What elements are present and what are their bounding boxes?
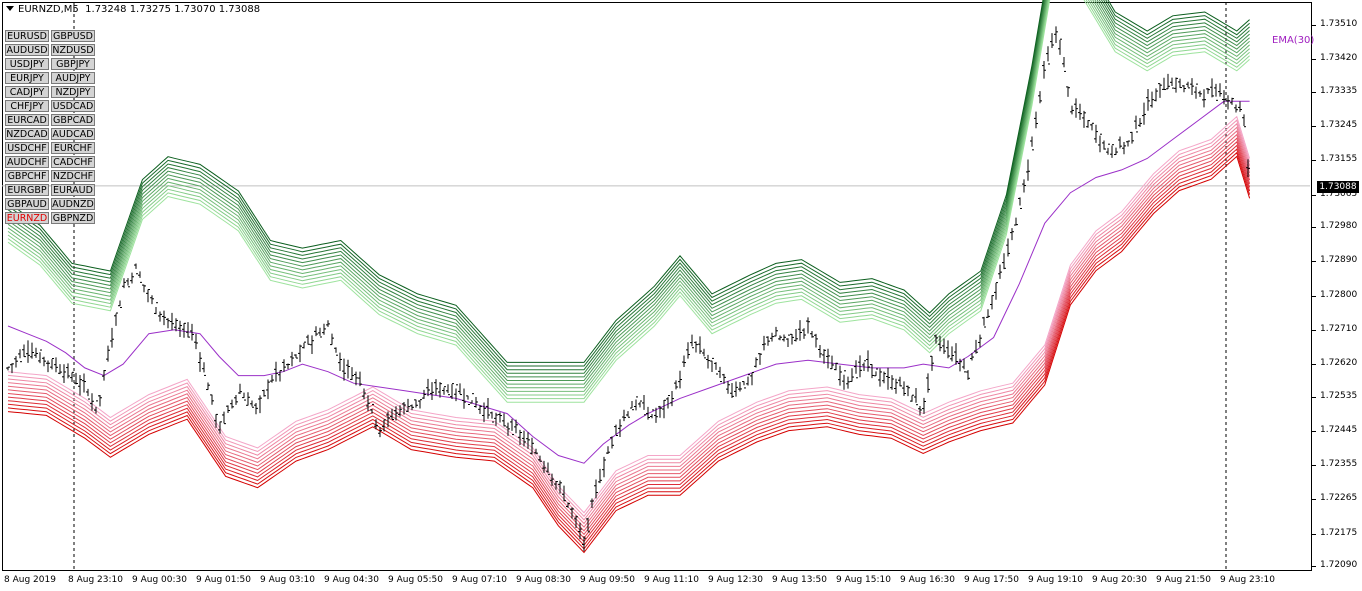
symbol-button-audjpy[interactable]: AUDJPY <box>51 72 95 84</box>
lower-ema-ribbon-line <box>7 130 1251 528</box>
price-axis-label: 1.73510 <box>1320 19 1358 30</box>
current-price-label: 1.73088 <box>1317 181 1359 193</box>
upper-ema-ribbon-line <box>7 0 1250 396</box>
symbol-timeframe: EURNZD,M5 <box>18 4 79 15</box>
price-axis-tick <box>1312 194 1316 196</box>
time-axis-label: 9 Aug 15:10 <box>836 575 891 585</box>
price-axis-tick <box>1312 295 1316 297</box>
price-axis-tick <box>1312 396 1316 398</box>
symbol-button-cadchf[interactable]: CADCHF <box>51 156 95 168</box>
time-axis-label: 9 Aug 09:50 <box>580 575 635 585</box>
symbol-button-gbpcad[interactable]: GBPCAD <box>51 114 95 126</box>
symbol-button-audchf[interactable]: AUDCHF <box>5 156 49 168</box>
price-axis-label: 1.72890 <box>1320 255 1358 266</box>
price-axis-label: 1.73420 <box>1320 53 1358 64</box>
time-axis-label: 8 Aug 23:10 <box>68 575 123 585</box>
price-axis-label: 1.72710 <box>1320 323 1358 334</box>
symbol-button-audusd[interactable]: AUDUSD <box>5 44 49 56</box>
symbol-button-nzdchf[interactable]: NZDCHF <box>51 170 95 182</box>
time-axis-label: 9 Aug 11:10 <box>644 575 699 585</box>
time-axis-label: 9 Aug 03:10 <box>260 575 315 585</box>
symbol-button-nzdcad[interactable]: NZDCAD <box>5 128 49 140</box>
dropdown-arrow-icon[interactable] <box>6 6 14 11</box>
symbol-button-nzdusd[interactable]: NZDUSD <box>51 44 95 56</box>
time-axis-label: 9 Aug 04:30 <box>324 575 379 585</box>
price-axis-tick <box>1312 59 1316 61</box>
price-axis-label: 1.72175 <box>1320 527 1358 538</box>
time-axis-label: 9 Aug 05:50 <box>388 575 443 585</box>
time-axis-label: 9 Aug 16:30 <box>900 575 955 585</box>
price-axis-label: 1.72535 <box>1320 390 1358 401</box>
symbol-button-eurgbp[interactable]: EURGBP <box>5 184 49 196</box>
price-axis-tick <box>1312 227 1316 228</box>
symbol-button-audnzd[interactable]: AUDNZD <box>51 198 95 210</box>
price-axis-label: 1.72355 <box>1320 459 1358 470</box>
price-axis-label: 1.73245 <box>1320 120 1358 131</box>
price-axis-tick <box>1312 91 1316 93</box>
symbol-button-eurjpy[interactable]: EURJPY <box>5 72 49 84</box>
chart-header: EURNZD,M5 1.73248 1.73275 1.73070 1.7308… <box>6 4 260 15</box>
symbol-button-usdcad[interactable]: USDCAD <box>51 100 95 112</box>
symbol-button-cadjpy[interactable]: CADJPY <box>5 86 49 98</box>
price-axis-label: 1.72800 <box>1320 289 1358 300</box>
price-axis-label: 1.72265 <box>1320 493 1358 504</box>
lower-ema-ribbon-line <box>7 148 1251 546</box>
price-axis-label: 1.72620 <box>1320 358 1358 369</box>
upper-ema-ribbon-line <box>7 0 1250 400</box>
symbol-button-usdjpy[interactable]: USDJPY <box>5 58 49 70</box>
symbol-button-gbpnzd[interactable]: GBPNZD <box>51 212 95 224</box>
symbol-button-gbpchf[interactable]: GBPCHF <box>5 170 49 182</box>
time-axis-label: 9 Aug 08:30 <box>516 575 571 585</box>
symbol-switcher-panel: EURUSD GBPUSD AUDUSD NZDUSD USDJPY GBPJPY EURJ… <box>5 30 95 224</box>
time-axis-label: 9 Aug 13:50 <box>772 575 827 585</box>
price-axis-label: 1.73335 <box>1320 85 1358 96</box>
time-axis-label: 9 Aug 21:50 <box>1156 575 1211 585</box>
time-axis-label: 9 Aug 23:10 <box>1220 575 1275 585</box>
symbol-button-eurusd[interactable]: EURUSD <box>5 30 49 42</box>
time-axis-label: 9 Aug 12:30 <box>708 575 763 585</box>
price-axis-tick <box>1312 430 1316 432</box>
price-axis-tick <box>1312 160 1316 162</box>
symbol-button-chfjpy[interactable]: CHFJPY <box>5 100 49 112</box>
symbol-button-eurnzd[interactable]: EURNZD <box>5 212 49 224</box>
symbol-button-gbpjpy[interactable]: GBPJPY <box>51 58 95 70</box>
price-axis-tick <box>1312 25 1316 27</box>
symbol-button-gbpusd[interactable]: GBPUSD <box>51 30 95 42</box>
price-axis-label: 1.72090 <box>1320 560 1358 570</box>
upper-ema-ribbon-line <box>7 0 1250 389</box>
price-axis-label: 1.72445 <box>1320 424 1358 435</box>
time-axis-label: 9 Aug 07:10 <box>452 575 507 585</box>
ema-indicator-label: EMA(30) <box>1272 35 1315 46</box>
symbol-button-usdchf[interactable]: USDCHF <box>5 142 49 154</box>
price-axis-label: 1.73155 <box>1320 154 1358 165</box>
chart-plot[interactable] <box>0 0 1362 591</box>
symbol-button-eurchf[interactable]: EURCHF <box>51 142 95 154</box>
price-axis-tick <box>1312 533 1316 535</box>
price-axis-tick <box>1312 465 1316 467</box>
price-axis-tick <box>1312 329 1316 331</box>
time-axis-label: 8 Aug 2019 <box>4 575 56 585</box>
time-axis-label: 9 Aug 17:50 <box>964 575 1019 585</box>
ema30-line <box>7 100 1250 464</box>
time-axis-label: 9 Aug 20:30 <box>1092 575 1147 585</box>
symbol-button-audcad[interactable]: AUDCAD <box>51 128 95 140</box>
price-axis-tick <box>1312 364 1316 366</box>
lower-ema-ribbon-line <box>7 144 1251 543</box>
price-axis-tick <box>1312 499 1316 501</box>
time-axis-label: 9 Aug 00:30 <box>132 575 187 585</box>
time-axis-label: 9 Aug 01:50 <box>196 575 251 585</box>
ohlc-values: 1.73248 1.73275 1.73070 1.73088 <box>85 4 261 15</box>
price-axis-label: 1.72980 <box>1320 221 1358 231</box>
symbol-button-eurcad[interactable]: EURCAD <box>5 114 49 126</box>
time-axis-label: 9 Aug 19:10 <box>1028 575 1083 585</box>
price-axis-tick <box>1312 566 1316 567</box>
symbol-button-euraud[interactable]: EURAUD <box>51 184 95 196</box>
symbol-button-gbpaud[interactable]: GBPAUD <box>5 198 49 210</box>
price-axis-tick <box>1312 261 1316 263</box>
symbol-button-nzdjpy[interactable]: NZDJPY <box>51 86 95 98</box>
price-axis-tick <box>1312 126 1316 128</box>
